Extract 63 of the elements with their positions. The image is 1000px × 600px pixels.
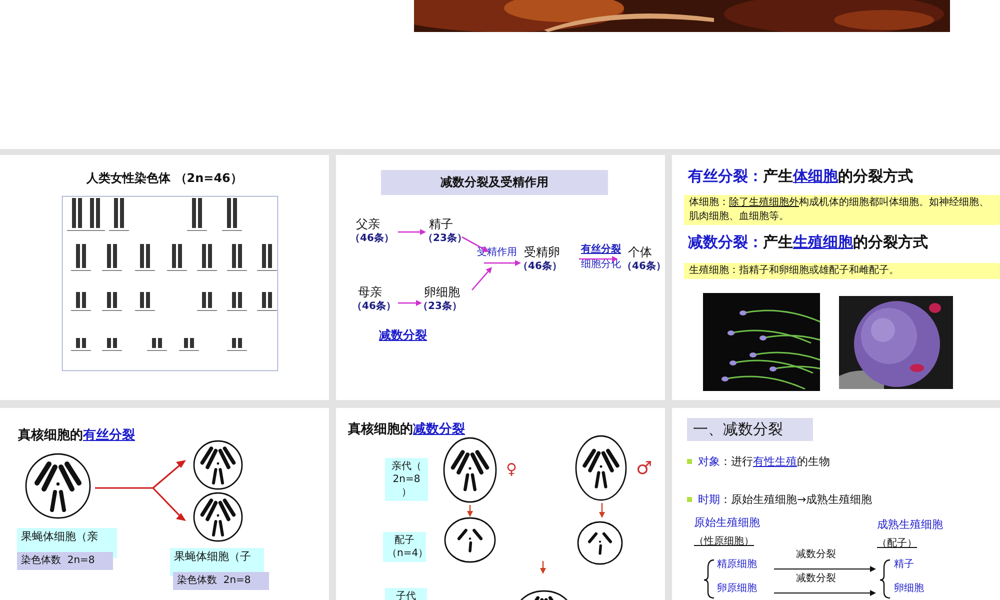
- arrow: [398, 229, 426, 235]
- cell-drawing: [442, 436, 498, 504]
- heading: 减数分裂：产生生殖细胞的分裂方式: [688, 233, 928, 252]
- bullet-icon: [687, 497, 692, 502]
- node-label: 母亲: [358, 285, 382, 300]
- chromosome-count: （46条）: [518, 261, 562, 274]
- link[interactable]: 减数分裂: [379, 328, 427, 343]
- cell-drawing: [192, 491, 244, 543]
- slide-title: 真核细胞的减数分裂: [348, 421, 465, 438]
- arrow: [467, 505, 473, 517]
- slide-title: 人类女性染色体 （2n=46）: [86, 171, 244, 186]
- definition-note: 生殖细胞：指精子和卵细胞或雄配子和雌配子。: [684, 263, 1000, 279]
- generation-label: 配子（n=4）: [383, 532, 426, 562]
- slide-thumbnail[interactable]: 一、减数分裂 对象：进行有性生殖的生物 时期：原始生殖细胞→成熟生殖细胞 原始生殖细胞 （性原细胞） 成熟生殖细胞 （配子） 精原细胞 减数分裂 精子 卵原细胞 减数分裂 卵细胞: [672, 408, 1000, 600]
- cell-drawing: [192, 439, 244, 491]
- slide-thumbnail[interactable]: 真核细胞的减数分裂 亲代（ 2n=8 ） 配子（n=4） 子代 ♀ ♂: [336, 408, 665, 600]
- arrow: [540, 561, 546, 574]
- node-label: 父亲: [356, 217, 380, 232]
- chromosome-count: （46条）: [352, 301, 396, 314]
- definition-note: 体细胞：除了生殖细胞外构成机体的细胞都叫体细胞。如神经细胞、肌肉细胞、血细胞等。: [684, 195, 1000, 225]
- male-symbol: ♂: [636, 458, 652, 480]
- cell-name: 卵细胞: [894, 583, 924, 596]
- brace-icon: [703, 559, 714, 599]
- bullet-icon: [687, 459, 692, 464]
- node-label: 卵细胞: [424, 285, 460, 300]
- bullet-text: 对象：进行有性生殖的生物: [698, 454, 830, 469]
- arrow-label: 有丝分裂: [581, 244, 621, 256]
- bullet-text: 时期：原始生殖细胞→成熟生殖细胞: [698, 492, 872, 507]
- process-label: 减数分裂: [796, 549, 836, 562]
- cell-drawing: [443, 516, 497, 564]
- generation-label: 亲代（ 2n=8 ）: [385, 458, 428, 501]
- slide-title: 减数分裂及受精作用: [381, 170, 608, 195]
- arrow: [398, 300, 422, 306]
- slide-thumbnail[interactable]: 真核细胞的有丝分裂 果蝇体细胞（亲 染色体数 2n=8 果蝇体细胞（子 染色体数 2n=8: [0, 408, 329, 600]
- slide-title: 真核细胞的有丝分裂: [18, 427, 135, 444]
- cell-type-heading: 成熟生殖细胞: [877, 518, 943, 532]
- cell-drawing: [574, 434, 628, 502]
- node-label: 个体: [628, 245, 652, 260]
- process-label: 减数分裂: [796, 573, 836, 586]
- chromosome-count: （23条）: [423, 233, 467, 246]
- node-label: 受精卵: [524, 245, 560, 260]
- heading: 有丝分裂：产生体细胞的分裂方式: [688, 167, 913, 186]
- cell-name: 精原细胞: [717, 559, 757, 572]
- cell-type-heading: 原始生殖细胞: [694, 516, 760, 530]
- cell-name: 精子: [894, 559, 914, 572]
- cell-type-note: （配子）: [877, 538, 917, 550]
- slide-title: 一、减数分裂: [687, 418, 813, 441]
- arrow: [599, 503, 605, 518]
- slide-thumbnail[interactable]: 人类女性染色体 （2n=46）: [0, 155, 329, 400]
- chromosome-count: （46条）: [350, 233, 394, 246]
- slide-thumbnail[interactable]: 有丝分裂：产生体细胞的分裂方式 体细胞：除了生殖细胞外构成机体的细胞都叫体细胞。如神经细胞、肌肉细胞、血细胞等。 减数分裂：产生生殖细胞的分裂方式 生殖细胞：指精子和卵细胞或雄配子和雌配子。: [672, 155, 1000, 400]
- generation-label: 子代: [385, 588, 427, 600]
- node-label: 精子: [429, 217, 453, 232]
- chromosome-count: 染色体数 2n=8: [173, 572, 269, 590]
- female-symbol: ♀: [506, 460, 517, 479]
- cell-drawing: [576, 520, 624, 566]
- cell-drawing: [24, 452, 92, 520]
- cell-type-note: （性原细胞）: [694, 536, 754, 548]
- cell-name: 卵原细胞: [717, 583, 757, 596]
- chromosome-count: （23条）: [418, 301, 462, 314]
- chromosome-count: 染色体数 2n=8: [17, 552, 113, 570]
- brace-icon: [879, 559, 890, 599]
- chromosome-count: （46条）: [622, 261, 665, 274]
